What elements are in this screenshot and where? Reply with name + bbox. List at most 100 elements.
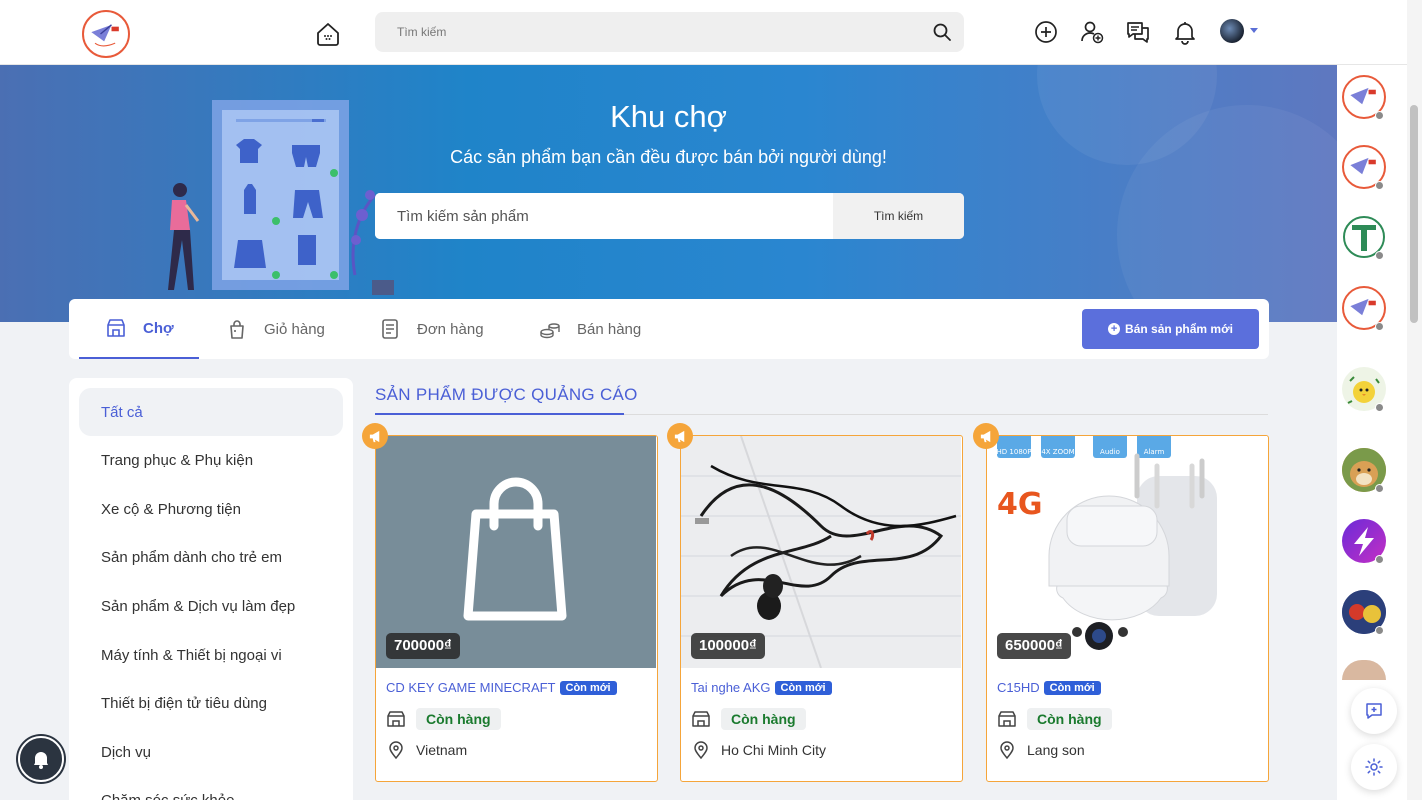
category-sidebar: Tất cả Trang phục & Phụ kiện Xe cộ & Phư…	[69, 378, 353, 800]
product-image[interactable]: 100000₫	[681, 436, 961, 668]
product-title-row: C15HD Còn mới	[997, 680, 1101, 695]
product-price: 650000₫	[997, 633, 1071, 659]
camera-tag: Audio	[1100, 448, 1120, 456]
top-navbar	[0, 0, 1407, 65]
home-icon	[317, 23, 339, 46]
sell-new-product-button[interactable]: + Bán sản phẩm mới	[1082, 309, 1259, 349]
status-dot	[1375, 111, 1384, 120]
product-search-input[interactable]	[375, 193, 833, 239]
messages-button[interactable]	[1124, 18, 1152, 46]
status-dot	[1375, 626, 1384, 635]
section-underline	[375, 413, 624, 415]
product-location: Vietnam	[416, 742, 468, 758]
bell-icon	[34, 752, 48, 769]
tab-label: Đơn hàng	[417, 320, 484, 338]
category-item[interactable]: Trang phục & Phụ kiện	[79, 436, 343, 484]
product-title[interactable]: C15HD	[997, 680, 1040, 695]
notifications-button[interactable]	[1171, 18, 1199, 46]
banner-title: Khu chợ	[610, 99, 727, 134]
page-scrollbar[interactable]	[1407, 0, 1422, 800]
section-title: SẢN PHẨM ĐƯỢC QUẢNG CÁO	[375, 385, 638, 404]
notifications-icon	[1175, 22, 1195, 45]
scrollbar-thumb[interactable]	[1410, 105, 1418, 323]
chevron-down-icon[interactable]	[1250, 28, 1258, 33]
tab-sell[interactable]: Bán hàng	[539, 299, 641, 359]
user-avatar[interactable]	[1220, 19, 1244, 43]
search-icon[interactable]	[932, 22, 952, 42]
location-row: Ho Chi Minh City	[691, 740, 826, 760]
contact-avatar[interactable]	[1342, 660, 1386, 680]
category-item[interactable]: Chăm sóc sức khỏe	[79, 776, 343, 800]
product-image[interactable]: 700000₫	[376, 436, 656, 668]
camera-tag: 4X ZOOM	[1041, 448, 1074, 456]
product-title-row: CD KEY GAME MINECRAFT Còn mới	[386, 680, 617, 695]
category-item[interactable]: Sản phẩm & Dịch vụ làm đẹp	[79, 582, 343, 630]
megaphone-icon	[980, 430, 990, 442]
global-search-input[interactable]	[375, 12, 915, 52]
settings-button[interactable]	[1351, 744, 1397, 790]
product-price: 100000₫	[691, 633, 765, 659]
sell-new-product-label: Bán sản phẩm mới	[1125, 322, 1233, 336]
banner-subtitle: Các sản phẩm bạn cần đều được bán bởi ng…	[450, 147, 887, 167]
category-item[interactable]: Máy tính & Thiết bị ngoại vi	[79, 631, 343, 679]
cart-icon	[230, 320, 244, 339]
location-row: Lang son	[997, 740, 1085, 760]
location-row: Vietnam	[386, 740, 467, 760]
status-dot	[1375, 403, 1384, 412]
status-dot	[1375, 322, 1384, 331]
product-title[interactable]: Tai nghe AKG	[691, 680, 771, 695]
new-message-button[interactable]	[1351, 688, 1397, 734]
store-icon	[107, 319, 125, 337]
logo-icon	[85, 13, 127, 55]
product-card[interactable]: HD 1080P 4X ZOOM Audio Alarm 4G 650000₫ …	[986, 435, 1269, 782]
product-location: Ho Chi Minh City	[721, 742, 827, 758]
location-pin-icon	[1000, 741, 1014, 760]
megaphone-icon	[674, 430, 684, 442]
marketplace-banner: Khu chợ Các sản phẩm bạn cần đều được bá…	[0, 65, 1337, 322]
tab-orders[interactable]: Đơn hàng	[379, 299, 484, 359]
status-dot	[1375, 555, 1384, 564]
category-item[interactable]: Tất cả	[79, 388, 343, 436]
category-item[interactable]: Thiết bị điện tử tiêu dùng	[79, 679, 343, 727]
add-friend-icon	[1081, 21, 1104, 44]
category-item[interactable]: Xe cộ & Phương tiện	[79, 485, 343, 533]
gear-icon	[1365, 758, 1383, 776]
product-image[interactable]: HD 1080P 4X ZOOM Audio Alarm 4G 650000₫	[987, 436, 1267, 668]
tab-cart[interactable]: Giỏ hàng	[226, 299, 325, 359]
orders-icon	[382, 319, 398, 339]
home-button[interactable]	[314, 20, 342, 48]
tab-market[interactable]: Chợ	[79, 299, 199, 359]
tab-label: Bán hàng	[577, 320, 642, 338]
status-dot	[1375, 484, 1384, 493]
stock-status: Còn hàng	[416, 708, 501, 730]
add-friend-button[interactable]	[1078, 18, 1106, 46]
stock-status: Còn hàng	[1027, 708, 1112, 730]
product-title[interactable]: CD KEY GAME MINECRAFT	[386, 680, 556, 695]
notification-bell-button[interactable]	[18, 736, 64, 782]
product-card[interactable]: 700000₫ CD KEY GAME MINECRAFT Còn mới Cò…	[375, 435, 658, 782]
location-pin-icon	[694, 741, 708, 760]
product-location: Lang son	[1027, 742, 1085, 758]
camera-network-label: 4G	[997, 487, 1043, 522]
promoted-badge	[667, 423, 693, 449]
stock-row: Còn hàng	[386, 708, 501, 730]
category-item[interactable]: Dịch vụ	[79, 728, 343, 776]
location-pin-icon	[389, 741, 403, 760]
promoted-badge	[973, 423, 999, 449]
create-icon	[1035, 21, 1057, 43]
product-card[interactable]: 100000₫ Tai nghe AKG Còn mới Còn hàng Ho…	[680, 435, 963, 782]
store-icon	[998, 711, 1016, 727]
compose-message-icon	[1366, 703, 1382, 719]
condition-badge: Còn mới	[559, 680, 617, 695]
create-button[interactable]	[1032, 18, 1060, 46]
store-icon	[692, 711, 710, 727]
camera-tag: HD 1080P	[997, 448, 1032, 456]
promoted-badge	[362, 423, 388, 449]
category-item[interactable]: Sản phẩm dành cho trẻ em	[79, 533, 343, 581]
plus-icon: +	[1108, 323, 1121, 335]
product-search-button[interactable]: Tìm kiếm	[833, 193, 964, 239]
site-logo[interactable]	[82, 10, 130, 58]
status-dot	[1375, 181, 1384, 190]
stock-row: Còn hàng	[691, 708, 806, 730]
messages-icon	[1127, 22, 1149, 43]
